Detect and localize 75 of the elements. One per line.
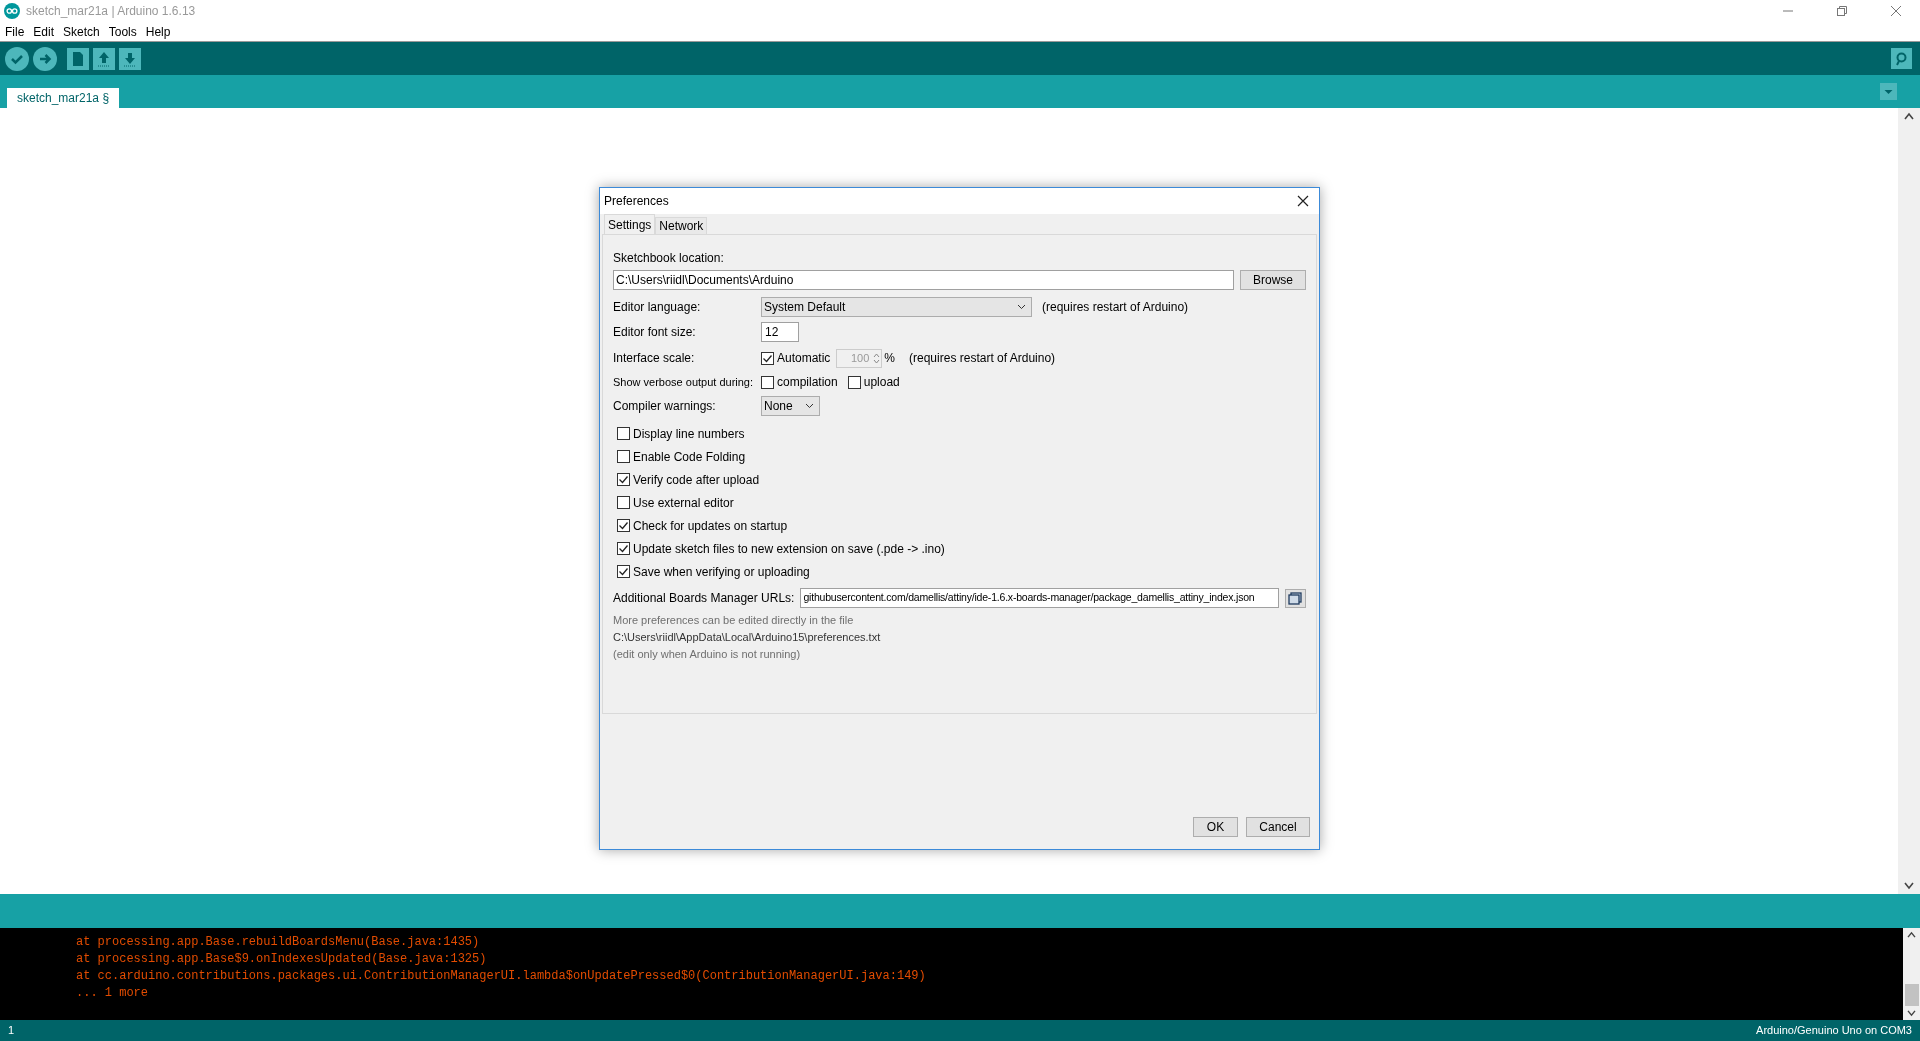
interface-scale-label: Interface scale:: [613, 350, 696, 367]
scroll-down-icon[interactable]: [1907, 1010, 1916, 1017]
checkbox[interactable]: [761, 375, 774, 389]
hint-text: More preferences can be edited directly in the file: [613, 613, 855, 628]
menu-item[interactable]: Help: [145, 22, 171, 41]
console-line: at processing.app.Base$9.onIndexesUpdated(Base.java:1325): [76, 951, 488, 968]
restart-note: (requires restart of Arduino): [909, 350, 1056, 367]
compiler-warnings-label: Compiler warnings:: [613, 398, 717, 415]
scroll-thumb[interactable]: [1904, 984, 1919, 1006]
scroll-up-icon[interactable]: [1904, 112, 1914, 120]
option-label: Display line numbers: [633, 425, 745, 443]
option-label: Save when verifying or uploading: [633, 563, 810, 581]
checked-checkbox[interactable]: [761, 351, 774, 365]
menu-item[interactable]: File: [5, 22, 25, 41]
new-file-icon[interactable]: [67, 47, 89, 70]
restart-note: (requires restart of Arduino): [1042, 299, 1189, 316]
verify-check-icon[interactable]: [5, 46, 29, 71]
serial-monitor-icon[interactable]: [1891, 48, 1912, 69]
boards-urls-label: Additional Boards Manager URLs:: [613, 590, 795, 607]
line-number: 1: [8, 1023, 15, 1039]
cancel-button[interactable]: Cancel: [1246, 817, 1310, 837]
chevron-down-icon: [805, 403, 814, 409]
console-scrollbar[interactable]: [1903, 928, 1920, 1020]
option-label: Use external editor: [633, 494, 734, 512]
network-tab[interactable]: Network: [655, 217, 708, 234]
checkbox-label: compilation: [777, 374, 838, 391]
ok-button[interactable]: OK: [1193, 817, 1238, 837]
checkbox[interactable]: [847, 375, 861, 389]
option-label: Enable Code Folding: [633, 448, 746, 466]
verbose-output-label: Show verbose output during:: [613, 374, 755, 390]
save-arrow-down-icon[interactable]: [119, 47, 141, 70]
restore-icon[interactable]: [1836, 5, 1848, 17]
menu-item[interactable]: Sketch: [63, 22, 100, 41]
language-dropdown[interactable]: System Default: [761, 297, 1032, 317]
console-line: ... 1 more: [76, 985, 149, 1002]
console-line: at processing.app.Base.rebuildBoardsMenu(Base.java:1435): [76, 934, 481, 951]
option-label: Verify code after upload: [633, 471, 760, 489]
window-title: sketch_mar21a | Arduino 1.6.13: [26, 3, 196, 20]
settings-tab[interactable]: Settings: [604, 214, 656, 234]
checked-checkbox[interactable]: [617, 565, 630, 578]
option-label: Check for updates on startup: [633, 517, 788, 535]
checked-checkbox[interactable]: [617, 519, 630, 532]
option-label: Update sketch files to new extension on save (.pde -> .ino): [633, 540, 945, 558]
editor-tab[interactable]: sketch_mar21a §: [7, 88, 120, 108]
hint-text: (edit only when Arduino is not running): [613, 647, 802, 662]
edit-list-icon[interactable]: [1285, 588, 1306, 608]
app-logo-icon: [4, 3, 20, 19]
scroll-up-icon[interactable]: [1907, 931, 1916, 938]
scroll-down-icon[interactable]: [1904, 882, 1914, 890]
browse-button[interactable]: Browse: [1240, 270, 1306, 290]
warnings-dropdown[interactable]: None: [761, 396, 820, 416]
menu-item[interactable]: Edit: [33, 22, 55, 41]
dialog-title: Preferences: [604, 193, 669, 210]
font-size-label: Editor font size:: [613, 324, 697, 341]
menu-item[interactable]: Tools: [108, 22, 137, 41]
chevron-down-icon: [1017, 304, 1026, 310]
checkbox[interactable]: [617, 450, 630, 463]
editor-language-label: Editor language:: [613, 299, 702, 316]
automatic-label: Automatic: [777, 350, 831, 367]
tab-menu-dropdown-icon[interactable]: [1880, 83, 1897, 100]
checkbox[interactable]: [617, 496, 630, 509]
sketchbook-location-label: Sketchbook location:: [613, 250, 725, 265]
open-arrow-up-icon[interactable]: [93, 47, 115, 70]
checkbox[interactable]: [617, 427, 630, 440]
sketchbook-path-field[interactable]: C:\Users\riidl\Documents\Arduino: [613, 270, 1234, 290]
console-line: at cc.arduino.contributions.packages.ui.ContributionManagerUI.lambda$onUpdatePressed$0(ContributionManagerUI.java:149): [76, 968, 927, 985]
percent-unit: %: [884, 350, 896, 367]
boards-urls-field[interactable]: githubusercontent.com/damellis/attiny/ide-1.6.x-boards-manager/package_damellis_attiny_index.json: [800, 588, 1279, 608]
checked-checkbox[interactable]: [617, 473, 630, 486]
font-size-field[interactable]: 12: [761, 322, 799, 342]
file-path-text: C:\Users\riidl\AppData\Local\Arduino15\preferences.txt: [613, 630, 882, 645]
close-icon[interactable]: [1297, 195, 1309, 207]
board-port-label: Arduino/Genuino Uno on COM3: [1756, 1023, 1912, 1039]
checked-checkbox[interactable]: [617, 542, 630, 555]
checkbox-label: upload: [863, 374, 900, 391]
